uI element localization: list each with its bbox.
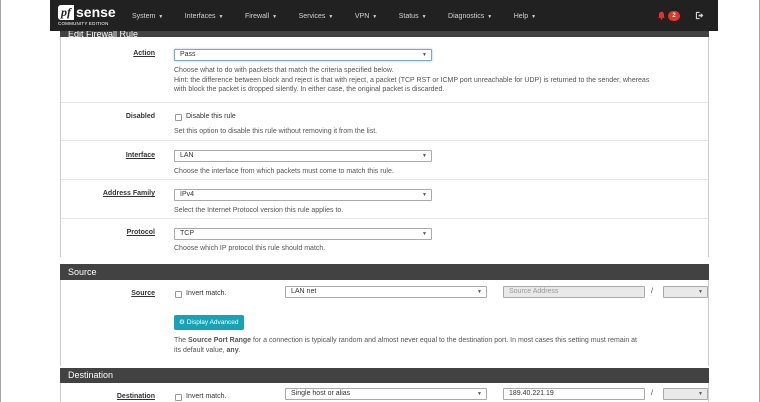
row-interface: Interface LAN ▼ Choose the interface from…	[61, 141, 708, 180]
menu-firewall[interactable]: Firewall ▼	[245, 0, 277, 31]
action-select[interactable]: Pass ▼	[174, 49, 432, 61]
logo-wordmark: sense	[76, 4, 116, 20]
caret-down-icon: ▼	[218, 14, 224, 20]
select-arrow-icon: ▼	[422, 153, 427, 159]
protocol-help: Choose which IP protocol this rule shoul…	[174, 245, 326, 252]
caret-down-icon: ▼	[487, 14, 493, 20]
address-family-help: Select the Internet Protocol version thi…	[174, 207, 344, 214]
disable-rule-checkbox[interactable]	[175, 114, 182, 121]
logout-icon[interactable]	[695, 11, 704, 20]
select-arrow-icon: ▼	[698, 391, 703, 397]
select-arrow-icon: ▼	[422, 192, 427, 198]
select-arrow-icon: ▼	[422, 231, 427, 237]
protocol-select[interactable]: TCP ▼	[174, 228, 432, 240]
menu-status[interactable]: Status ▼	[399, 0, 427, 31]
edit-rule-panel: Edit Firewall Rule Action Pass ▼ Choose w…	[60, 24, 709, 257]
main-menu: System ▼ Interfaces ▼ Firewall ▼ Services ▼ …	[132, 0, 558, 31]
menu-vpn[interactable]: VPN ▼	[355, 0, 377, 31]
source-body: Source Invert match. LAN net ▼ Source Add…	[60, 280, 709, 366]
gear-icon: ⚙	[179, 319, 185, 326]
bell-icon[interactable]	[657, 11, 666, 20]
logo-pf-mark: pf	[58, 5, 74, 20]
interface-help: Choose the interface from which packets …	[174, 168, 394, 175]
logo-edition: COMMUNITY EDITION	[58, 21, 109, 26]
menu-diagnostics[interactable]: Diagnostics ▼	[448, 0, 492, 31]
menu-interfaces[interactable]: Interfaces ▼	[185, 0, 224, 31]
action-label: Action	[133, 50, 155, 57]
navbar-right: 2	[657, 0, 704, 31]
destination-heading: Destination	[60, 368, 709, 383]
caret-down-icon: ▼	[328, 14, 334, 20]
interface-select[interactable]: LAN ▼	[174, 150, 432, 162]
destination-invert-label[interactable]: Invert match.	[186, 393, 226, 400]
destination-address-input[interactable]: 189.40.221.19	[503, 388, 645, 400]
destination-type-select[interactable]: Single host or alias ▼	[285, 388, 487, 400]
action-help: Choose what to do with packets that matc…	[174, 67, 650, 93]
destination-mask-select[interactable]: ▼	[663, 388, 708, 400]
source-port-help: The Source Port Range for a connection i…	[174, 337, 638, 354]
source-invert-checkbox[interactable]	[175, 291, 182, 298]
top-navbar: pf sense COMMUNITY EDITION System ▼ Inter…	[50, 0, 718, 31]
source-label: Source	[131, 290, 155, 297]
address-family-select[interactable]: IPv4 ▼	[174, 189, 432, 201]
disable-rule-checkbox-label[interactable]: Disable this rule	[186, 113, 236, 120]
row-protocol: Protocol TCP ▼ Choose which IP protocol t…	[61, 219, 708, 257]
menu-services[interactable]: Services ▼	[299, 0, 334, 31]
source-invert-label[interactable]: Invert match.	[186, 290, 226, 297]
caret-down-icon: ▼	[372, 14, 378, 20]
interface-label: Interface	[125, 152, 155, 159]
destination-title: Destination	[68, 370, 114, 380]
source-heading: Source	[60, 264, 709, 280]
protocol-label: Protocol	[126, 229, 155, 236]
address-family-label: Address Family	[102, 190, 155, 197]
select-arrow-icon: ▼	[477, 289, 482, 295]
source-type-select[interactable]: LAN net ▼	[285, 286, 487, 298]
window-border-left	[0, 0, 1, 402]
row-disabled: Disabled Disable this rule Set this opti…	[61, 103, 708, 141]
source-title: Source	[68, 267, 97, 277]
select-arrow-icon: ▼	[477, 391, 482, 397]
select-arrow-icon: ▼	[422, 52, 427, 58]
destination-body: Destination Invert match. Single host or…	[60, 383, 709, 402]
caret-down-icon: ▼	[421, 14, 427, 20]
notification-badge[interactable]: 2	[668, 10, 680, 21]
display-advanced-button[interactable]: ⚙ Display Advanced	[174, 315, 244, 330]
source-mask-select[interactable]: ▼	[663, 286, 708, 298]
destination-invert-checkbox[interactable]	[175, 394, 182, 401]
pfsense-logo[interactable]: pf sense COMMUNITY EDITION	[58, 4, 116, 29]
caret-down-icon: ▼	[531, 14, 537, 20]
row-address-family: Address Family IPv4 ▼ Select the Internet…	[61, 180, 708, 219]
source-address-input[interactable]: Source Address	[503, 286, 645, 298]
destination-panel: Destination Destination Invert match. Si…	[60, 368, 709, 402]
destination-mask-separator: /	[651, 390, 653, 397]
select-arrow-icon: ▼	[698, 289, 703, 295]
source-mask-separator: /	[651, 288, 653, 295]
menu-system[interactable]: System ▼	[132, 0, 163, 31]
caret-down-icon: ▼	[272, 14, 278, 20]
source-panel: Source Source Invert match. LAN net ▼ Sou…	[60, 264, 709, 366]
caret-down-icon: ▼	[158, 14, 164, 20]
disabled-label: Disabled	[125, 113, 155, 120]
menu-help[interactable]: Help ▼	[514, 0, 536, 31]
edit-rule-body: Action Pass ▼ Choose what to do with pack…	[60, 37, 709, 257]
row-action: Action Pass ▼ Choose what to do with pack…	[61, 37, 708, 103]
disabled-help: Set this option to disable this rule wit…	[174, 128, 378, 135]
destination-label: Destination	[116, 393, 155, 400]
